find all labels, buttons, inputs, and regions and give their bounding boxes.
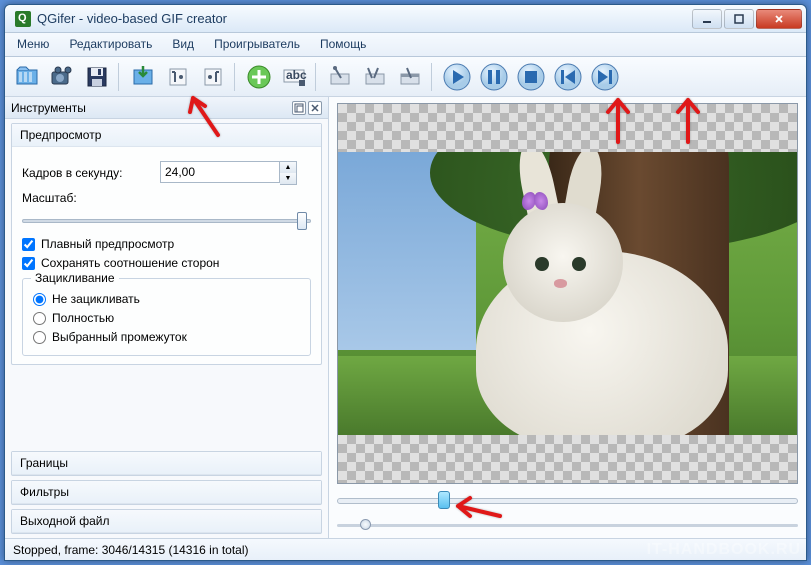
scale-label: Масштаб: [22, 191, 77, 205]
output-section-head[interactable]: Выходной файл [12, 510, 321, 533]
menu-item-help[interactable]: Помощь [310, 33, 376, 56]
set-end-button[interactable] [197, 61, 229, 93]
video-preview [337, 103, 798, 484]
output-section: Выходной файл [11, 509, 322, 534]
panel-header: Инструменты [5, 97, 328, 119]
content-area: Инструменты Предпросмотр Кадров в секунд… [5, 97, 806, 538]
menu-item-player[interactable]: Проигрыватель [204, 33, 310, 56]
loop-range-radio[interactable] [33, 331, 46, 344]
loop-none-label: Не зацикливать [52, 292, 140, 306]
position-dot [360, 519, 371, 530]
save-button[interactable] [81, 61, 113, 93]
panel-close-button[interactable] [308, 101, 322, 115]
menubar: Меню Редактировать Вид Проигрыватель Пом… [5, 33, 806, 57]
add-object-button[interactable] [243, 61, 275, 93]
minimize-button[interactable] [692, 9, 722, 29]
tools-panel: Инструменты Предпросмотр Кадров в секунд… [5, 97, 329, 538]
tool3-button[interactable] [394, 61, 426, 93]
menu-item-menu[interactable]: Меню [7, 33, 59, 56]
window-controls [692, 9, 802, 29]
fps-up-button[interactable]: ▲ [280, 162, 296, 173]
bounds-section-head[interactable]: Границы [12, 452, 321, 475]
letterbox-top [338, 104, 797, 152]
tool1-button[interactable] [324, 61, 356, 93]
video-frame [338, 152, 797, 435]
keep-aspect-label: Сохранять соотношение сторон [41, 256, 219, 270]
add-text-button[interactable]: abc [278, 61, 310, 93]
smooth-preview-label: Плавный предпросмотр [41, 237, 174, 251]
loop-group-title: Зацикливание [31, 271, 119, 285]
statusbar: Stopped, frame: 3046/14315 (14316 in tot… [5, 538, 806, 560]
fps-spinner: ▲▼ [160, 161, 297, 185]
play-button[interactable] [440, 60, 474, 94]
video-panel [329, 97, 806, 538]
open-video-button[interactable] [46, 61, 78, 93]
status-text: Stopped, frame: 3046/14315 (14316 in tot… [13, 543, 249, 557]
keep-aspect-checkbox[interactable] [22, 257, 35, 270]
app-icon [15, 11, 31, 27]
position-slider[interactable] [337, 516, 798, 534]
toolbar-sep [234, 63, 238, 91]
pause-button[interactable] [477, 60, 511, 94]
loop-range-label: Выбранный промежуток [52, 330, 187, 344]
maximize-button[interactable] [724, 9, 754, 29]
toolbar-sep [431, 63, 435, 91]
set-start-button[interactable] [162, 61, 194, 93]
letterbox-bottom [338, 435, 797, 483]
loop-full-radio[interactable] [33, 312, 46, 325]
bounds-section: Границы [11, 451, 322, 476]
butterfly-icon [522, 192, 550, 214]
toolbar: abc [5, 57, 806, 97]
panel-float-button[interactable] [292, 101, 306, 115]
loop-full-label: Полностью [52, 311, 114, 325]
panel-title: Инструменты [11, 101, 86, 115]
range-thumb [438, 491, 450, 509]
svg-text:abc: abc [286, 68, 307, 82]
stop-button[interactable] [514, 60, 548, 94]
toolbar-sep [118, 63, 122, 91]
timeline-sliders [337, 490, 798, 534]
filters-section: Фильтры [11, 480, 322, 505]
titlebar: QGifer - video-based GIF creator [5, 5, 806, 33]
preview-section: Предпросмотр Кадров в секунду: ▲▼ Масшта… [11, 123, 322, 365]
toolbar-sep [315, 63, 319, 91]
loop-group: Зацикливание Не зацикливать Полностью Вы… [22, 278, 311, 356]
window-title: QGifer - video-based GIF creator [37, 11, 692, 26]
preview-section-head[interactable]: Предпросмотр [12, 124, 321, 147]
scale-slider[interactable] [22, 211, 311, 231]
range-slider[interactable] [337, 490, 798, 512]
tool2-button[interactable] [359, 61, 391, 93]
close-button[interactable] [756, 9, 802, 29]
prev-frame-button[interactable] [551, 60, 585, 94]
import-button[interactable] [127, 61, 159, 93]
fps-input[interactable] [160, 161, 280, 183]
menu-item-edit[interactable]: Редактировать [59, 33, 162, 56]
app-window: QGifer - video-based GIF creator Меню Ре… [4, 4, 807, 561]
open-project-button[interactable] [11, 61, 43, 93]
fps-label: Кадров в секунду: [22, 166, 152, 180]
menu-item-view[interactable]: Вид [162, 33, 204, 56]
filters-section-head[interactable]: Фильтры [12, 481, 321, 504]
loop-none-radio[interactable] [33, 293, 46, 306]
fps-down-button[interactable]: ▼ [280, 173, 296, 184]
next-frame-button[interactable] [588, 60, 622, 94]
smooth-preview-checkbox[interactable] [22, 238, 35, 251]
